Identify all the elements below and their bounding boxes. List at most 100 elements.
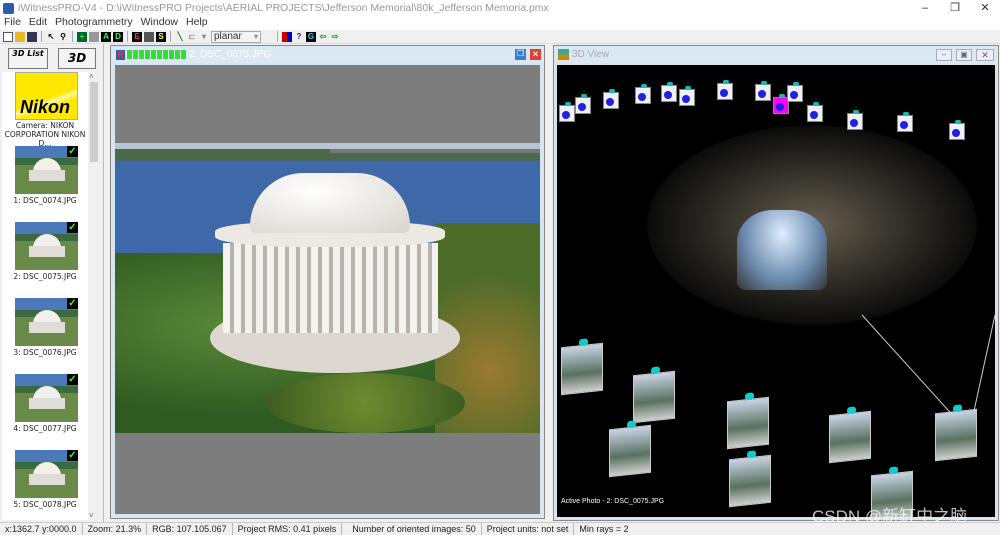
ray-segment — [157, 50, 162, 59]
camera-station-icon[interactable] — [559, 102, 575, 122]
camera-station-icon[interactable] — [755, 81, 771, 101]
photo-camera-frustum[interactable] — [561, 342, 603, 396]
dropdown-arrow-icon[interactable]: ▾ — [199, 32, 209, 42]
ray-status-indicator — [127, 50, 186, 59]
nikon-logo: Nikon — [15, 72, 78, 120]
oriented-check-icon: ✓ — [67, 450, 78, 461]
menu-edit[interactable]: Edit — [25, 16, 51, 30]
back-arrow-icon[interactable]: ⇦ — [318, 32, 328, 42]
3d-list-button[interactable]: 3D List — [8, 48, 48, 69]
building-shape — [29, 246, 65, 257]
photo-thumbnail[interactable]: ✓ — [15, 146, 78, 194]
ray-segment — [139, 50, 144, 59]
photo-camera-frustum[interactable] — [729, 454, 771, 508]
photo-label: 2: DSC_0075.JPG — [13, 272, 77, 281]
building-shape — [29, 322, 65, 333]
maximize-button[interactable]: ❐ — [940, 0, 970, 16]
pointer-icon[interactable]: ↖ — [46, 32, 56, 42]
camera-station-icon[interactable] — [847, 110, 863, 130]
scroll-up-icon[interactable]: ˄ — [89, 72, 94, 81]
gray-tool-icon[interactable] — [89, 31, 99, 42]
oriented-check-icon: ✓ — [67, 374, 78, 385]
ray-segment — [181, 50, 186, 59]
status-rgb: RGB: 107.105.067 — [147, 523, 233, 535]
status-coords: x:1362.7 y:0000.0 — [0, 523, 83, 535]
close-icon[interactable]: ✕ — [976, 49, 994, 61]
menu-window[interactable]: Window — [137, 16, 182, 30]
photo-thumbnail[interactable]: ✓ — [15, 222, 78, 270]
g-button[interactable]: G — [306, 31, 316, 42]
photo-label: 1: DSC_0074.JPG — [13, 196, 77, 205]
photo-camera-frustum[interactable] — [633, 370, 675, 424]
photo-thumbnail[interactable]: ✓ — [15, 374, 78, 422]
texture-icon[interactable] — [144, 31, 154, 42]
camera-station-icon[interactable] — [635, 84, 651, 104]
camera-station-icon[interactable] — [603, 89, 619, 109]
status-bar: x:1362.7 y:0000.0 Zoom: 21.3% RGB: 107.1… — [0, 522, 1000, 535]
camera-station-icon[interactable] — [897, 112, 913, 132]
photo-label: 3: DSC_0076.JPG — [13, 348, 77, 357]
camera-station-icon[interactable] — [807, 102, 823, 122]
menu-help[interactable]: Help — [182, 16, 212, 30]
photo-viewer[interactable] — [115, 65, 540, 514]
d-button[interactable]: D — [113, 31, 123, 42]
ray-segment — [163, 50, 168, 59]
camera-station-icon[interactable] — [787, 82, 803, 102]
zoom-tool-icon[interactable]: ⚲ — [58, 32, 68, 42]
menu-file[interactable]: File — [0, 16, 25, 30]
s-button[interactable]: S — [156, 31, 166, 42]
open-folder-icon[interactable] — [15, 31, 25, 42]
photo-window-titlebar: R 2: DSC_0075.JPG ❐ ✕ — [111, 46, 544, 63]
photo-camera-frustum[interactable] — [935, 408, 977, 462]
scroll-thumb[interactable] — [90, 82, 98, 162]
photo-label: 4: DSC_0077.JPG — [13, 424, 77, 433]
photo-camera-frustum[interactable] — [609, 424, 651, 478]
ray-segment — [169, 50, 174, 59]
maximize-icon[interactable]: ▣ — [956, 49, 972, 61]
camera-brand: Nikon — [20, 97, 71, 117]
photo-window-title: 2: DSC_0075.JPG — [189, 49, 272, 60]
camera-station-icon[interactable] — [679, 86, 695, 106]
toolbar: ↖ ⚲ + A D E S ╲ ⊏ ▾ planar ? G ⇦ ⇨ — [0, 30, 1000, 44]
ray-segment — [175, 50, 180, 59]
3d-view-titlebar: 3D View – ▣ ✕ — [554, 46, 998, 63]
3d-view-window: 3D View – ▣ ✕ Active Photo - 2: DSC_0075… — [553, 45, 999, 521]
scroll-down-icon[interactable]: ˅ — [89, 511, 94, 520]
photo-camera-frustum[interactable] — [727, 396, 769, 450]
3d-viewport[interactable]: Active Photo - 2: DSC_0075.JPG — [557, 65, 995, 517]
save-icon[interactable] — [27, 31, 37, 42]
minimize-button[interactable]: – — [910, 0, 940, 16]
help-cursor-icon[interactable]: ? — [294, 32, 304, 42]
thumbnail-scrollbar[interactable]: ˄ ˅ — [88, 72, 100, 520]
oriented-check-icon: ✓ — [67, 222, 78, 233]
3d-view-button[interactable]: 3D — [58, 48, 96, 69]
close-icon[interactable]: ✕ — [530, 49, 541, 60]
e-button[interactable]: E — [132, 31, 142, 42]
mark-points-icon[interactable]: + — [77, 31, 87, 42]
camera-label: Camera: NIKON CORPORATION NIKON D... — [4, 121, 86, 148]
camera-station-icon[interactable] — [717, 80, 733, 100]
photo-label: 5: DSC_0078.JPG — [13, 500, 77, 509]
photo-thumbnail[interactable]: ✓ — [15, 298, 78, 346]
a-button[interactable]: A — [101, 31, 111, 42]
ray-segment — [145, 50, 150, 59]
restore-icon[interactable]: ❐ — [515, 49, 526, 60]
mode-select[interactable]: planar — [211, 30, 261, 43]
line-tool-icon[interactable]: ╲ — [175, 32, 185, 42]
new-file-icon[interactable] — [3, 31, 13, 42]
forward-arrow-icon[interactable]: ⇨ — [330, 32, 340, 42]
aerial-photo[interactable] — [115, 143, 540, 433]
menu-photogrammetry[interactable]: Photogrammetry — [51, 16, 137, 30]
close-button[interactable]: ✕ — [970, 0, 1000, 16]
polygon-tool-icon[interactable]: ⊏ — [187, 32, 197, 42]
oriented-check-icon: ✓ — [67, 298, 78, 309]
photo-thumbnail[interactable]: ✓ — [15, 450, 78, 498]
camera-station-icon[interactable] — [575, 94, 591, 114]
bridge — [330, 149, 540, 153]
minimize-icon[interactable]: – — [936, 49, 952, 61]
photo-camera-frustum[interactable] — [829, 410, 871, 464]
building-shape — [29, 474, 65, 485]
camera-station-icon[interactable] — [949, 120, 965, 140]
camera-station-icon[interactable] — [661, 82, 677, 102]
color-tool-icon[interactable] — [282, 31, 292, 42]
